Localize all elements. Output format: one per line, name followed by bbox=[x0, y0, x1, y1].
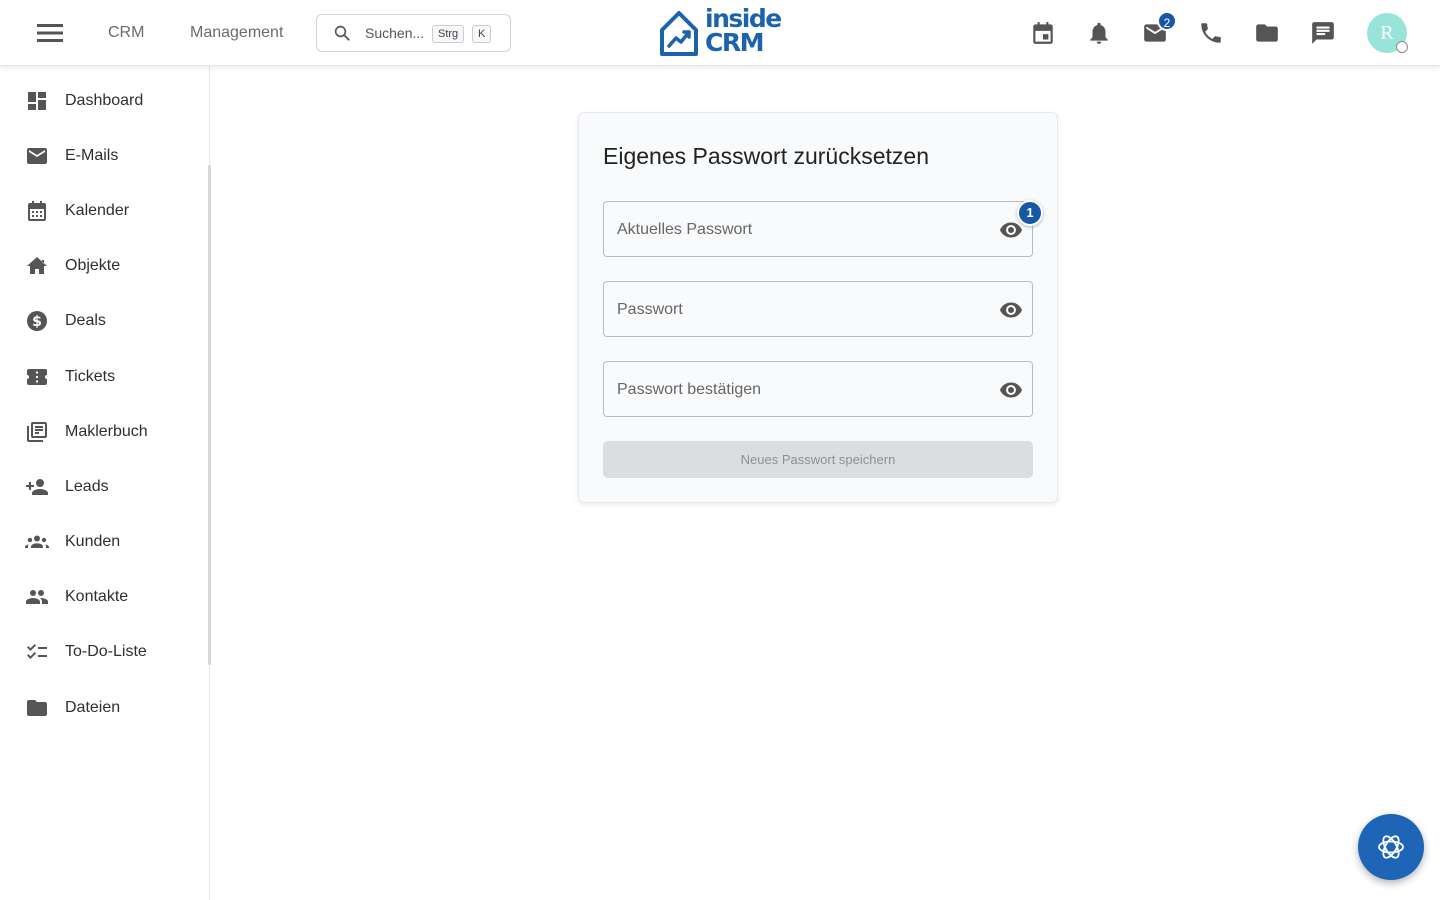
sidebar-item-kunden[interactable]: Kunden bbox=[0, 520, 205, 564]
ticket-icon bbox=[25, 365, 49, 389]
sidebar-item-label: Kalender bbox=[65, 202, 130, 219]
current-password-placeholder: Aktuelles Passwort bbox=[617, 221, 753, 238]
sidebar-item-deals[interactable]: $ Deals bbox=[0, 299, 205, 343]
people-icon bbox=[25, 585, 49, 609]
password-field[interactable]: Passwort bbox=[603, 281, 1033, 337]
save-password-button[interactable]: Neues Passwort speichern bbox=[603, 441, 1033, 478]
sidebar-item-label: Kunden bbox=[65, 533, 121, 550]
folder-icon bbox=[25, 696, 49, 720]
nav-crm[interactable]: CRM bbox=[108, 24, 144, 42]
sidebar-item-kalender[interactable]: Kalender bbox=[0, 189, 205, 233]
eye-icon[interactable] bbox=[999, 378, 1023, 402]
top-bar: CRM Management Suchen... Strg K inside C… bbox=[0, 0, 1440, 66]
mail-badge: 2 bbox=[1157, 11, 1177, 31]
logo[interactable]: inside CRM bbox=[658, 6, 782, 58]
sidebar-item-dateien[interactable]: Dateien bbox=[0, 686, 205, 730]
sidebar-item-objekte[interactable]: Objekte bbox=[0, 244, 205, 288]
sidebar-item-label: Leads bbox=[65, 478, 109, 495]
password-reset-card: Eigenes Passwort zurücksetzen Aktuelles … bbox=[578, 112, 1058, 503]
home-icon bbox=[25, 254, 49, 278]
sidebar-item-label: E-Mails bbox=[65, 147, 119, 164]
person-add-icon bbox=[25, 475, 49, 499]
sidebar-item-maklerbuch[interactable]: Maklerbuch bbox=[0, 410, 205, 454]
sidebar-item-label: Kontakte bbox=[65, 588, 129, 605]
eye-icon[interactable] bbox=[999, 298, 1023, 322]
card-title: Eigenes Passwort zurücksetzen bbox=[603, 143, 929, 169]
checklist-icon bbox=[25, 640, 49, 664]
calendar-icon bbox=[25, 199, 49, 223]
current-password-field[interactable]: Aktuelles Passwort bbox=[603, 201, 1033, 257]
chat-icon[interactable] bbox=[1310, 20, 1336, 46]
phone-icon[interactable] bbox=[1198, 20, 1224, 46]
shortcut-key-k: K bbox=[472, 25, 492, 43]
sidebar-item-tickets[interactable]: Tickets bbox=[0, 355, 205, 399]
sidebar-item-label: Deals bbox=[65, 312, 106, 329]
confirm-password-placeholder: Passwort bestätigen bbox=[617, 381, 762, 398]
folder-icon[interactable] bbox=[1254, 20, 1280, 46]
library-icon bbox=[25, 420, 49, 444]
sidebar-item-label: To-Do-Liste bbox=[65, 643, 147, 660]
password-placeholder: Passwort bbox=[617, 301, 683, 318]
dashboard-icon bbox=[25, 89, 49, 113]
search-input[interactable]: Suchen... Strg K bbox=[316, 14, 511, 52]
calendar-icon[interactable] bbox=[1030, 20, 1056, 46]
assistant-button[interactable] bbox=[1358, 814, 1424, 880]
search-icon bbox=[333, 24, 351, 42]
sidebar-item-to-do-liste[interactable]: To-Do-Liste bbox=[0, 630, 205, 674]
sidebar-item-label: Dashboard bbox=[65, 92, 144, 109]
sidebar: Dashboard E-Mails Kalender Objekte $ Dea… bbox=[0, 66, 210, 900]
sidebar-item-label: Maklerbuch bbox=[65, 423, 148, 440]
sidebar-scrollbar[interactable] bbox=[208, 165, 211, 665]
sidebar-item-label: Dateien bbox=[65, 699, 121, 716]
sidebar-item-dashboard[interactable]: Dashboard bbox=[0, 79, 205, 123]
dollar-icon: $ bbox=[25, 309, 49, 333]
confirm-password-field[interactable]: Passwort bestätigen bbox=[603, 361, 1033, 417]
svg-text:$: $ bbox=[32, 314, 42, 330]
menu-icon[interactable] bbox=[34, 19, 66, 47]
field-badge: 1 bbox=[1017, 200, 1043, 226]
bell-icon[interactable] bbox=[1086, 20, 1112, 46]
avatar-status-indicator bbox=[1396, 41, 1408, 53]
sidebar-item-emails[interactable]: E-Mails bbox=[0, 134, 205, 178]
search-placeholder: Suchen... bbox=[365, 25, 425, 41]
nav-management[interactable]: Management bbox=[190, 24, 283, 42]
mail-icon bbox=[25, 144, 49, 168]
sidebar-item-label: Objekte bbox=[65, 257, 121, 274]
sidebar-item-kontakte[interactable]: Kontakte bbox=[0, 575, 205, 619]
shortcut-key-strg: Strg bbox=[432, 25, 465, 43]
sidebar-item-label: Tickets bbox=[65, 368, 116, 385]
logo-text-crm: CRM bbox=[705, 28, 764, 57]
sidebar-item-leads[interactable]: Leads bbox=[0, 465, 205, 509]
groups-icon bbox=[25, 530, 49, 554]
